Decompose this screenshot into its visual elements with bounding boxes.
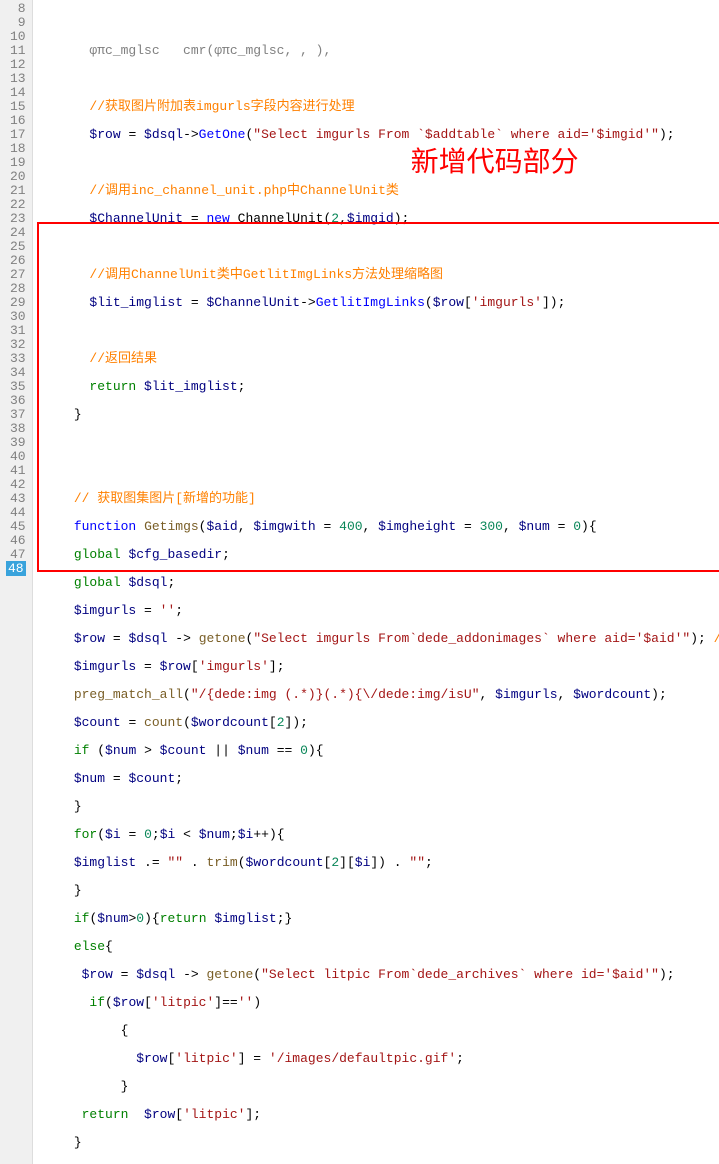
code-line: return $row['litpic']; (43, 1108, 719, 1122)
code-line (43, 72, 719, 86)
code-line: //调用ChannelUnit类中GetlitImgLinks方法处理缩略图 (43, 268, 719, 282)
code-line: if ($num > $count || $num == 0){ (43, 744, 719, 758)
code-line: //获取图片附加表imgurls字段内容进行处理 (43, 100, 719, 114)
code-line: return $lit_imglist; (43, 380, 719, 394)
code-line: } (43, 1080, 719, 1094)
annotation-label: 新增代码部分 (411, 156, 579, 170)
code-line: global $dsql; (43, 576, 719, 590)
code-line: $ChannelUnit = new ChannelUnit(2,$imgid)… (43, 212, 719, 226)
code-line: $row = $dsql -> getone("Select imgurls F… (43, 632, 719, 646)
code-line: } (43, 884, 719, 898)
code-line: { (43, 1024, 719, 1038)
code-line: } (43, 1136, 719, 1150)
code-line: if($row['litpic']=='') (43, 996, 719, 1010)
code-area[interactable]: 新增代码部分 φπc_mglsc cmr(φπc_mglsc, , ), //获… (33, 0, 719, 1164)
code-line: //调用inc_channel_unit.php中ChannelUnit类 (43, 184, 719, 198)
current-line-no: 48 (6, 562, 26, 576)
code-line (43, 156, 719, 170)
code-line: global $cfg_basedir; (43, 548, 719, 562)
code-line: $imgurls = ''; (43, 604, 719, 618)
code-line: $imglist .= "" . trim($wordcount[2][$i])… (43, 856, 719, 870)
code-line: $num = $count; (43, 772, 719, 786)
code-line (43, 324, 719, 338)
code-line: if($num>0){return $imglist;} (43, 912, 719, 926)
code-line: } (43, 408, 719, 422)
code-line (43, 240, 719, 254)
code-line: } (43, 800, 719, 814)
code-line: else{ (43, 940, 719, 954)
code-line: φπc_mglsc cmr(φπc_mglsc, , ), (43, 44, 719, 58)
code-line: //返回结果 (43, 352, 719, 366)
code-line: $row = $dsql->GetOne("Select imgurls Fro… (43, 128, 719, 142)
code-line: $count = count($wordcount[2]); (43, 716, 719, 730)
code-line: $lit_imglist = $ChannelUnit->GetlitImgLi… (43, 296, 719, 310)
code-line (43, 464, 719, 478)
code-line: // 获取图集图片[新增的功能] (43, 492, 719, 506)
line-no: 8 (6, 2, 26, 16)
code-line (43, 436, 719, 450)
code-line: $imgurls = $row['imgurls']; (43, 660, 719, 674)
code-line: $row['litpic'] = '/images/defaultpic.gif… (43, 1052, 719, 1066)
code-line: preg_match_all("/{dede:img (.*)}(.*){\/d… (43, 688, 719, 702)
code-line: $row = $dsql -> getone("Select litpic Fr… (43, 968, 719, 982)
code-line: for($i = 0;$i < $num;$i++){ (43, 828, 719, 842)
line-gutter: 8910111213141516171819202122232425262728… (0, 0, 33, 1164)
code-line: function Getimgs($aid, $imgwith = 400, $… (43, 520, 719, 534)
